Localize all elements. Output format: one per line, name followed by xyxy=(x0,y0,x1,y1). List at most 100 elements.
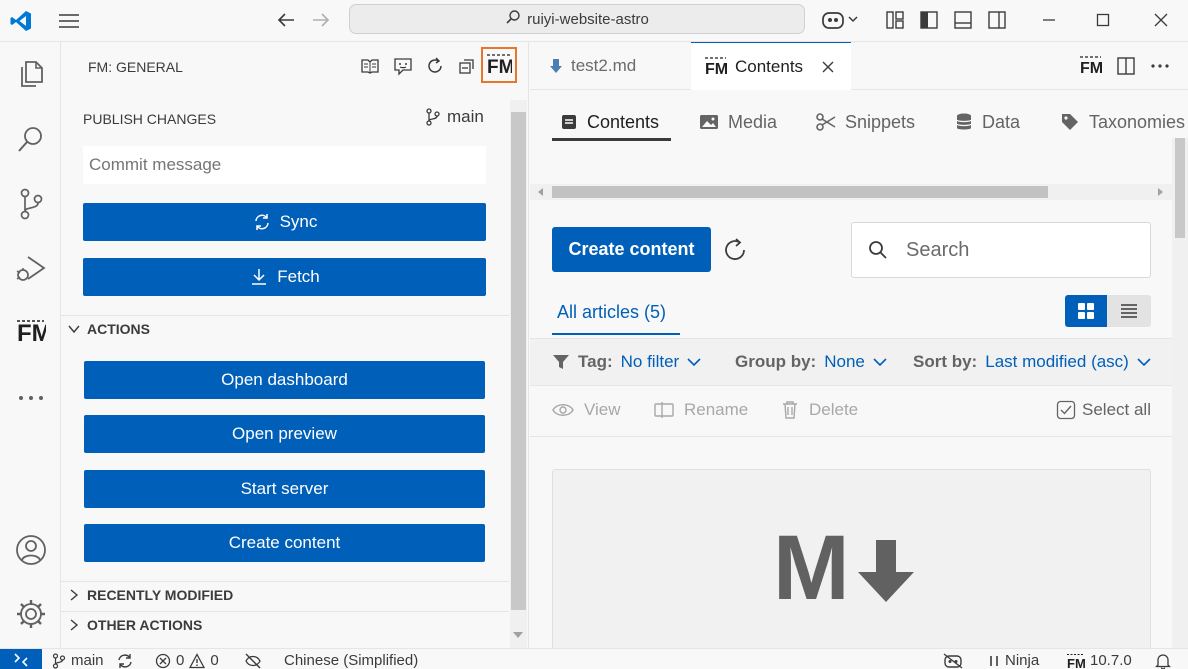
content-divider xyxy=(530,436,1172,437)
source-control-icon[interactable] xyxy=(0,180,61,228)
forward-arrow-icon[interactable] xyxy=(309,9,333,31)
close-tab-icon[interactable] xyxy=(821,60,835,74)
search-field[interactable]: Search xyxy=(851,222,1151,278)
warning-icon xyxy=(189,652,206,668)
grid-icon xyxy=(1078,303,1094,319)
open-preview-button[interactable]: Open preview xyxy=(84,415,485,453)
actions-section-header[interactable]: ACTIONS xyxy=(67,321,150,337)
explorer-icon[interactable] xyxy=(0,50,61,98)
status-sync-icon[interactable] xyxy=(116,651,134,669)
download-icon xyxy=(252,269,267,285)
minimize-icon[interactable] xyxy=(1038,9,1060,31)
feedback-icon[interactable] xyxy=(392,55,414,77)
status-branch[interactable]: main xyxy=(52,651,104,669)
svg-text:FM: FM xyxy=(1080,60,1102,77)
more-actions-icon[interactable] xyxy=(1150,56,1170,81)
grid-view-toggle[interactable] xyxy=(1065,295,1107,327)
command-center-search[interactable]: ruiyi-website-astro xyxy=(349,4,805,34)
scroll-right-arrow-icon[interactable] xyxy=(1158,188,1163,196)
section-divider xyxy=(61,581,509,582)
open-dashboard-fm-icon[interactable]: FM xyxy=(481,47,517,83)
sort-by-filter[interactable]: Sort by: Last modified (asc) xyxy=(913,352,1151,372)
nav-taxonomies[interactable]: Taxonomies xyxy=(1060,100,1185,144)
close-window-icon[interactable] xyxy=(1150,9,1172,31)
customize-layout-icon[interactable] xyxy=(884,9,906,31)
fm-open-dashboard-editor-icon[interactable]: FM xyxy=(1080,55,1103,82)
status-no-ports-icon[interactable] xyxy=(244,651,262,669)
back-arrow-icon[interactable] xyxy=(274,9,298,31)
nav-media[interactable]: Media xyxy=(699,100,777,144)
section-divider xyxy=(61,315,509,316)
documentation-icon[interactable] xyxy=(359,55,381,77)
commit-message-input[interactable] xyxy=(83,146,486,184)
svg-text:FM: FM xyxy=(705,61,727,78)
select-all-label: Select all xyxy=(1082,400,1151,419)
status-copilot-icon[interactable] xyxy=(943,651,963,669)
group-by-filter[interactable]: Group by: None xyxy=(735,352,887,372)
chevron-right-icon xyxy=(70,619,79,631)
collapse-all-icon[interactable] xyxy=(456,55,478,77)
fetch-button[interactable]: Fetch xyxy=(83,258,486,296)
front-matter-icon[interactable]: FM xyxy=(0,308,61,356)
status-problems[interactable]: 0 0 xyxy=(155,651,219,669)
recently-modified-header[interactable]: RECENTLY MODIFIED xyxy=(67,587,233,603)
run-debug-icon[interactable] xyxy=(0,244,61,292)
create-content-button[interactable]: Create content xyxy=(552,227,711,272)
sidebar-scrollbar-track[interactable] xyxy=(510,100,527,648)
tab-test2-md[interactable]: test2.md xyxy=(535,42,691,90)
content-card[interactable]: M xyxy=(552,469,1151,648)
status-fm-version[interactable]: FM 10.7.0 xyxy=(1067,651,1132,669)
delete-action[interactable]: Delete xyxy=(781,400,858,420)
search-icon xyxy=(505,9,521,29)
open-dashboard-button[interactable]: Open dashboard xyxy=(84,361,485,399)
toggle-primary-sidebar-icon[interactable] xyxy=(918,9,940,31)
eye-icon xyxy=(552,404,574,416)
scroll-left-arrow-icon[interactable] xyxy=(538,188,543,196)
view-action-label: View xyxy=(584,400,621,419)
list-view-toggle[interactable] xyxy=(1107,295,1151,327)
status-ninja[interactable]: Ninja xyxy=(988,651,1039,669)
copilot-icon[interactable] xyxy=(820,8,862,32)
maximize-icon[interactable] xyxy=(1092,9,1114,31)
refresh-icon[interactable] xyxy=(424,55,446,77)
dashboard-scrollbar-thumb[interactable] xyxy=(1175,138,1185,238)
remote-indicator[interactable] xyxy=(0,649,42,669)
all-articles-tab[interactable]: All articles (5) xyxy=(557,302,666,323)
menu-icon[interactable] xyxy=(56,9,82,33)
rename-action[interactable]: Rename xyxy=(654,400,748,420)
nav-data[interactable]: Data xyxy=(955,100,1020,144)
error-count: 0 xyxy=(176,652,185,669)
fetch-label: Fetch xyxy=(277,267,320,286)
accounts-icon[interactable] xyxy=(0,526,61,574)
tag-filter[interactable]: Tag: No filter xyxy=(552,352,701,372)
sync-button[interactable]: Sync xyxy=(83,203,486,241)
svg-text:FM: FM xyxy=(487,57,512,78)
sidebar-scrollbar-thumb[interactable] xyxy=(511,112,526,610)
group-by-label: Group by: xyxy=(735,352,817,371)
scroll-down-arrow-icon[interactable] xyxy=(513,632,523,638)
actions-label: ACTIONS xyxy=(87,321,150,337)
manage-gear-icon[interactable] xyxy=(0,590,61,638)
select-all-action[interactable]: Select all xyxy=(1056,400,1151,420)
open-preview-label: Open preview xyxy=(232,424,337,443)
notifications-bell-icon[interactable] xyxy=(1155,651,1171,669)
sidebar-title: FM: GENERAL xyxy=(88,59,183,75)
refresh-content-icon[interactable] xyxy=(722,237,748,268)
more-views-icon[interactable] xyxy=(0,374,61,422)
other-actions-header[interactable]: OTHER ACTIONS xyxy=(67,617,202,633)
nav-snippets[interactable]: Snippets xyxy=(816,100,915,144)
nav-horizontal-scrollbar[interactable] xyxy=(530,184,1172,200)
create-content-sidebar-button[interactable]: Create content xyxy=(84,524,485,562)
tab-contents[interactable]: FM Contents xyxy=(691,42,851,90)
error-icon xyxy=(155,653,171,668)
tag-filter-value: No filter xyxy=(620,352,680,371)
view-action[interactable]: View xyxy=(552,400,621,420)
start-server-button[interactable]: Start server xyxy=(84,470,485,508)
toggle-panel-icon[interactable] xyxy=(952,9,974,31)
status-language[interactable]: Chinese (Simplified) xyxy=(284,651,418,669)
search-view-icon[interactable] xyxy=(0,116,61,164)
split-editor-icon[interactable] xyxy=(1116,56,1136,81)
nav-scrollbar-thumb[interactable] xyxy=(552,186,1048,198)
dashboard-scrollbar[interactable] xyxy=(1172,138,1188,648)
toggle-secondary-sidebar-icon[interactable] xyxy=(986,9,1008,31)
